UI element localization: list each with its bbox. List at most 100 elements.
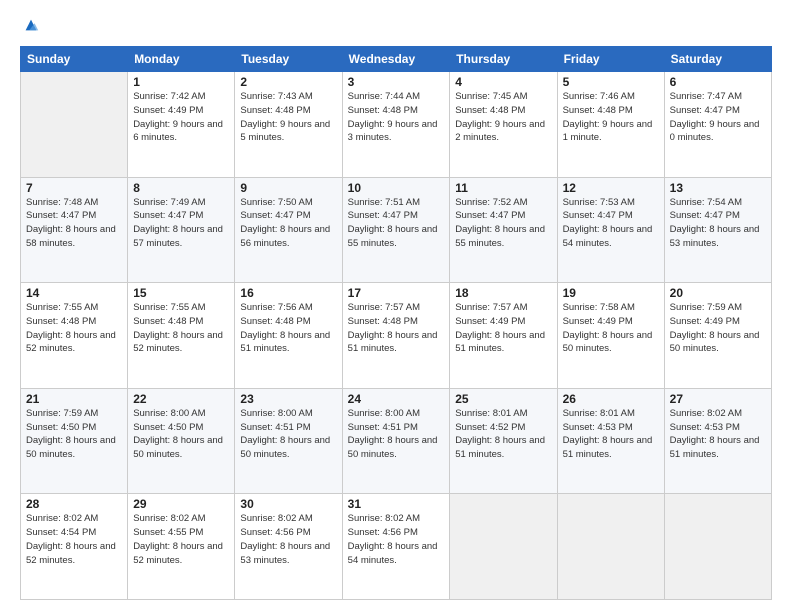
day-number: 9 <box>240 181 336 195</box>
day-info: Sunrise: 7:59 AMSunset: 4:50 PMDaylight:… <box>26 407 122 462</box>
day-number: 1 <box>133 75 229 89</box>
day-number: 18 <box>455 286 551 300</box>
calendar-cell: 18 Sunrise: 7:57 AMSunset: 4:49 PMDaylig… <box>450 283 557 389</box>
calendar-cell: 21 Sunrise: 7:59 AMSunset: 4:50 PMDaylig… <box>21 388 128 494</box>
calendar-cell: 31 Sunrise: 8:02 AMSunset: 4:56 PMDaylig… <box>342 494 450 600</box>
day-number: 28 <box>26 497 122 511</box>
logo-icon <box>22 16 40 34</box>
column-header-saturday: Saturday <box>664 47 771 72</box>
day-number: 26 <box>563 392 659 406</box>
day-number: 13 <box>670 181 766 195</box>
column-header-monday: Monday <box>128 47 235 72</box>
day-info: Sunrise: 8:01 AMSunset: 4:52 PMDaylight:… <box>455 407 551 462</box>
day-info: Sunrise: 7:58 AMSunset: 4:49 PMDaylight:… <box>563 301 659 356</box>
column-header-friday: Friday <box>557 47 664 72</box>
day-info: Sunrise: 7:49 AMSunset: 4:47 PMDaylight:… <box>133 196 229 251</box>
day-number: 12 <box>563 181 659 195</box>
calendar-cell: 24 Sunrise: 8:00 AMSunset: 4:51 PMDaylig… <box>342 388 450 494</box>
day-info: Sunrise: 7:48 AMSunset: 4:47 PMDaylight:… <box>26 196 122 251</box>
page: SundayMondayTuesdayWednesdayThursdayFrid… <box>0 0 792 612</box>
calendar-cell: 25 Sunrise: 8:01 AMSunset: 4:52 PMDaylig… <box>450 388 557 494</box>
column-header-thursday: Thursday <box>450 47 557 72</box>
day-info: Sunrise: 8:00 AMSunset: 4:51 PMDaylight:… <box>348 407 445 462</box>
day-info: Sunrise: 7:56 AMSunset: 4:48 PMDaylight:… <box>240 301 336 356</box>
day-number: 29 <box>133 497 229 511</box>
calendar-cell: 3 Sunrise: 7:44 AMSunset: 4:48 PMDayligh… <box>342 72 450 178</box>
day-number: 20 <box>670 286 766 300</box>
day-number: 2 <box>240 75 336 89</box>
calendar-cell: 8 Sunrise: 7:49 AMSunset: 4:47 PMDayligh… <box>128 177 235 283</box>
day-number: 8 <box>133 181 229 195</box>
calendar-cell: 16 Sunrise: 7:56 AMSunset: 4:48 PMDaylig… <box>235 283 342 389</box>
day-info: Sunrise: 8:02 AMSunset: 4:56 PMDaylight:… <box>348 512 445 567</box>
day-info: Sunrise: 7:45 AMSunset: 4:48 PMDaylight:… <box>455 90 551 145</box>
day-number: 23 <box>240 392 336 406</box>
logo <box>20 18 38 36</box>
day-info: Sunrise: 7:43 AMSunset: 4:48 PMDaylight:… <box>240 90 336 145</box>
day-info: Sunrise: 7:42 AMSunset: 4:49 PMDaylight:… <box>133 90 229 145</box>
calendar-week-row: 21 Sunrise: 7:59 AMSunset: 4:50 PMDaylig… <box>21 388 772 494</box>
calendar-cell <box>450 494 557 600</box>
calendar-cell: 23 Sunrise: 8:00 AMSunset: 4:51 PMDaylig… <box>235 388 342 494</box>
calendar-cell: 19 Sunrise: 7:58 AMSunset: 4:49 PMDaylig… <box>557 283 664 389</box>
day-info: Sunrise: 8:01 AMSunset: 4:53 PMDaylight:… <box>563 407 659 462</box>
calendar-cell: 15 Sunrise: 7:55 AMSunset: 4:48 PMDaylig… <box>128 283 235 389</box>
day-info: Sunrise: 8:00 AMSunset: 4:51 PMDaylight:… <box>240 407 336 462</box>
calendar-week-row: 7 Sunrise: 7:48 AMSunset: 4:47 PMDayligh… <box>21 177 772 283</box>
day-number: 6 <box>670 75 766 89</box>
calendar-cell: 10 Sunrise: 7:51 AMSunset: 4:47 PMDaylig… <box>342 177 450 283</box>
day-number: 14 <box>26 286 122 300</box>
calendar-cell: 7 Sunrise: 7:48 AMSunset: 4:47 PMDayligh… <box>21 177 128 283</box>
calendar-cell: 11 Sunrise: 7:52 AMSunset: 4:47 PMDaylig… <box>450 177 557 283</box>
calendar-table: SundayMondayTuesdayWednesdayThursdayFrid… <box>20 46 772 600</box>
day-info: Sunrise: 8:02 AMSunset: 4:53 PMDaylight:… <box>670 407 766 462</box>
day-info: Sunrise: 7:52 AMSunset: 4:47 PMDaylight:… <box>455 196 551 251</box>
day-info: Sunrise: 7:47 AMSunset: 4:47 PMDaylight:… <box>670 90 766 145</box>
calendar-week-row: 14 Sunrise: 7:55 AMSunset: 4:48 PMDaylig… <box>21 283 772 389</box>
day-number: 15 <box>133 286 229 300</box>
day-number: 10 <box>348 181 445 195</box>
calendar-cell: 2 Sunrise: 7:43 AMSunset: 4:48 PMDayligh… <box>235 72 342 178</box>
day-number: 30 <box>240 497 336 511</box>
day-info: Sunrise: 7:53 AMSunset: 4:47 PMDaylight:… <box>563 196 659 251</box>
day-number: 22 <box>133 392 229 406</box>
day-number: 4 <box>455 75 551 89</box>
day-number: 24 <box>348 392 445 406</box>
calendar-cell: 6 Sunrise: 7:47 AMSunset: 4:47 PMDayligh… <box>664 72 771 178</box>
day-info: Sunrise: 7:57 AMSunset: 4:48 PMDaylight:… <box>348 301 445 356</box>
day-info: Sunrise: 8:02 AMSunset: 4:55 PMDaylight:… <box>133 512 229 567</box>
calendar-cell <box>21 72 128 178</box>
day-number: 25 <box>455 392 551 406</box>
calendar-cell: 28 Sunrise: 8:02 AMSunset: 4:54 PMDaylig… <box>21 494 128 600</box>
calendar-cell: 27 Sunrise: 8:02 AMSunset: 4:53 PMDaylig… <box>664 388 771 494</box>
calendar-cell: 26 Sunrise: 8:01 AMSunset: 4:53 PMDaylig… <box>557 388 664 494</box>
calendar-header-row: SundayMondayTuesdayWednesdayThursdayFrid… <box>21 47 772 72</box>
day-info: Sunrise: 7:44 AMSunset: 4:48 PMDaylight:… <box>348 90 445 145</box>
day-info: Sunrise: 7:51 AMSunset: 4:47 PMDaylight:… <box>348 196 445 251</box>
calendar-cell: 12 Sunrise: 7:53 AMSunset: 4:47 PMDaylig… <box>557 177 664 283</box>
day-info: Sunrise: 7:55 AMSunset: 4:48 PMDaylight:… <box>26 301 122 356</box>
calendar-cell: 22 Sunrise: 8:00 AMSunset: 4:50 PMDaylig… <box>128 388 235 494</box>
calendar-cell: 29 Sunrise: 8:02 AMSunset: 4:55 PMDaylig… <box>128 494 235 600</box>
calendar-cell: 5 Sunrise: 7:46 AMSunset: 4:48 PMDayligh… <box>557 72 664 178</box>
calendar-cell: 30 Sunrise: 8:02 AMSunset: 4:56 PMDaylig… <box>235 494 342 600</box>
calendar-cell: 4 Sunrise: 7:45 AMSunset: 4:48 PMDayligh… <box>450 72 557 178</box>
day-number: 21 <box>26 392 122 406</box>
day-info: Sunrise: 8:00 AMSunset: 4:50 PMDaylight:… <box>133 407 229 462</box>
calendar-cell <box>664 494 771 600</box>
day-number: 16 <box>240 286 336 300</box>
day-number: 19 <box>563 286 659 300</box>
calendar-week-row: 1 Sunrise: 7:42 AMSunset: 4:49 PMDayligh… <box>21 72 772 178</box>
day-info: Sunrise: 8:02 AMSunset: 4:56 PMDaylight:… <box>240 512 336 567</box>
calendar-cell: 9 Sunrise: 7:50 AMSunset: 4:47 PMDayligh… <box>235 177 342 283</box>
calendar-cell: 13 Sunrise: 7:54 AMSunset: 4:47 PMDaylig… <box>664 177 771 283</box>
column-header-tuesday: Tuesday <box>235 47 342 72</box>
day-info: Sunrise: 7:46 AMSunset: 4:48 PMDaylight:… <box>563 90 659 145</box>
day-info: Sunrise: 7:55 AMSunset: 4:48 PMDaylight:… <box>133 301 229 356</box>
calendar-cell: 20 Sunrise: 7:59 AMSunset: 4:49 PMDaylig… <box>664 283 771 389</box>
day-info: Sunrise: 7:50 AMSunset: 4:47 PMDaylight:… <box>240 196 336 251</box>
calendar-cell: 17 Sunrise: 7:57 AMSunset: 4:48 PMDaylig… <box>342 283 450 389</box>
day-info: Sunrise: 7:59 AMSunset: 4:49 PMDaylight:… <box>670 301 766 356</box>
day-number: 5 <box>563 75 659 89</box>
calendar-cell: 1 Sunrise: 7:42 AMSunset: 4:49 PMDayligh… <box>128 72 235 178</box>
